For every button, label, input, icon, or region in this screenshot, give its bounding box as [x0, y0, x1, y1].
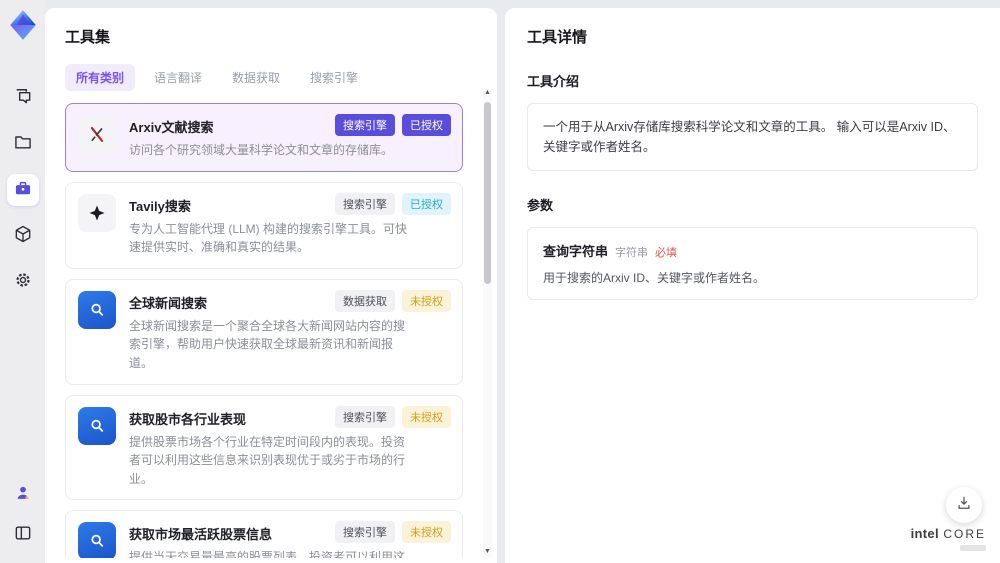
toolbox-icon: [13, 178, 33, 203]
sidebar-item-account[interactable]: [7, 479, 39, 511]
scrollbar-thumb[interactable]: [484, 102, 491, 284]
params-heading: 参数: [527, 198, 554, 213]
download-icon: [955, 494, 973, 517]
tool-card[interactable]: Tavily搜索 专为人工智能代理 (LLM) 构建的搜索引擎工具。可快速提供实…: [65, 181, 463, 269]
category-tab[interactable]: 所有类别: [65, 64, 136, 91]
category-tag: 搜索引擎: [335, 192, 395, 215]
tool-tags: 搜索引擎 未授权: [335, 521, 451, 544]
folder-icon: [13, 132, 33, 157]
category-tag: 数据获取: [335, 289, 395, 312]
search-app-icon: [78, 406, 116, 445]
core-wordmark: CORE: [943, 527, 986, 541]
param-name: 查询字符串: [543, 244, 609, 259]
sidebar-item-chat[interactable]: [7, 82, 39, 114]
sidebar-item-toolbox[interactable]: [6, 174, 39, 206]
category-tag: 搜索引擎: [335, 405, 395, 428]
param-type: 字符串: [615, 247, 649, 259]
auth-status-badge: 未授权: [402, 521, 451, 544]
sidebar-item-models[interactable]: [7, 220, 39, 252]
download-button[interactable]: [946, 487, 982, 523]
arxiv-logo-icon: [78, 115, 116, 153]
param-required-badge: 必填: [655, 247, 678, 259]
chat-icon: [13, 86, 33, 111]
tool-list-panel: 工具集 所有类别 语言翻译 数据获取 搜索引擎 Arxiv文献搜索 访问各个研究…: [45, 8, 497, 563]
category-tab-label: 搜索引擎: [310, 71, 359, 85]
tool-card[interactable]: 获取市场最活跃股票信息 提供当天交易量最高的股票列表，投资者可以利用这些信息来识…: [65, 510, 463, 558]
user-icon: [13, 483, 33, 508]
app-logo-icon: [6, 8, 40, 42]
param-box: 查询字符串 字符串 必填 用于搜索的Arxiv ID、关键字或作者姓名。: [527, 227, 978, 300]
scrollbar-down-arrow[interactable]: ▼: [483, 547, 492, 557]
tool-card[interactable]: Arxiv文献搜索 访问各个研究领域大量科学论文和文章的存储库。 搜索引擎 已授…: [65, 103, 463, 172]
tool-card[interactable]: 全球新闻搜索 全球新闻搜索是一个聚合全球各大新闻网站内容的搜索引擎，帮助用户快速…: [65, 278, 463, 385]
category-tag: 搜索引擎: [335, 114, 395, 136]
panel-toggle-icon: [13, 523, 33, 548]
sidebar-item-files[interactable]: [7, 128, 39, 160]
intro-text: 一个用于从Arxiv存储库搜索科学论文和文章的工具。 输入可以是Arxiv ID…: [543, 120, 956, 154]
tool-description: 访问各个研究领域大量科学论文和文章的存储库。: [129, 143, 394, 157]
tool-description: 提供股票市场各个行业在特定时间段内的表现。投资者可以利用这些信息来识别表现优于或…: [129, 434, 406, 486]
category-tag: 搜索引擎: [335, 521, 395, 544]
category-tab[interactable]: 数据获取: [221, 64, 291, 91]
category-tabs: 所有类别 语言翻译 数据获取 搜索引擎: [65, 64, 477, 91]
tool-description: 专为人工智能代理 (LLM) 构建的搜索引擎工具。可快速提供实时、准确和真实的结…: [129, 221, 408, 255]
intel-wordmark: intel: [910, 526, 939, 541]
auth-status-badge: 未授权: [402, 405, 451, 428]
tool-tags: 数据获取 未授权: [335, 289, 451, 312]
category-tab-label: 数据获取: [232, 71, 281, 85]
sidebar-item-collapse-panel[interactable]: [7, 519, 39, 551]
tool-detail-panel: 工具详情 工具介绍 一个用于从Arxiv存储库搜索科学论文和文章的工具。 输入可…: [505, 8, 1000, 563]
tool-tags: 搜索引擎 未授权: [335, 405, 451, 428]
intro-heading: 工具介绍: [527, 74, 580, 89]
category-tab[interactable]: 搜索引擎: [299, 64, 369, 91]
tool-description: 提供当天交易量最高的股票列表，投资者可以利用这些信息来识别流动性强的股票和潜在的…: [129, 550, 406, 558]
ultra-badge: [960, 545, 986, 551]
category-tab-label: 所有类别: [76, 71, 125, 85]
list-scrollbar[interactable]: ▲ ▼: [483, 88, 492, 557]
tool-card[interactable]: 获取股市各行业表现 提供股票市场各个行业在特定时间段内的表现。投资者可以利用这些…: [65, 394, 463, 501]
auth-status-badge: 已授权: [402, 114, 451, 136]
tool-description: 全球新闻搜索是一个聚合全球各大新闻网站内容的搜索引擎，帮助用户快速获取全球最新资…: [129, 318, 406, 370]
auth-status-badge: 已授权: [402, 192, 451, 215]
auth-status-badge: 未授权: [402, 289, 451, 312]
intro-box: 一个用于从Arxiv存储库搜索科学论文和文章的工具。 输入可以是Arxiv ID…: [527, 103, 978, 171]
tool-list: Arxiv文献搜索 访问各个研究领域大量科学论文和文章的存储库。 搜索引擎 已授…: [65, 103, 477, 558]
intel-core-logo: intel CORE: [911, 525, 986, 551]
category-tab[interactable]: 语言翻译: [143, 64, 213, 91]
app-sidebar: [0, 0, 45, 563]
cube-icon: [13, 224, 33, 249]
gear-icon: [13, 270, 33, 295]
tavily-star-icon: [78, 193, 116, 232]
page-title: 工具集: [65, 29, 111, 46]
scrollbar-up-arrow[interactable]: ▲: [483, 88, 492, 98]
detail-title: 工具详情: [527, 29, 588, 46]
tool-tags: 搜索引擎 已授权: [335, 192, 451, 215]
param-head: 查询字符串 字符串 必填: [543, 241, 962, 260]
tool-tags: 搜索引擎 已授权: [335, 114, 451, 136]
sidebar-item-settings[interactable]: [7, 266, 39, 298]
category-tab-label: 语言翻译: [154, 71, 203, 85]
search-app-icon: [78, 290, 116, 329]
param-description: 用于搜索的Arxiv ID、关键字或作者姓名。: [543, 271, 766, 285]
search-app-icon: [78, 522, 116, 558]
